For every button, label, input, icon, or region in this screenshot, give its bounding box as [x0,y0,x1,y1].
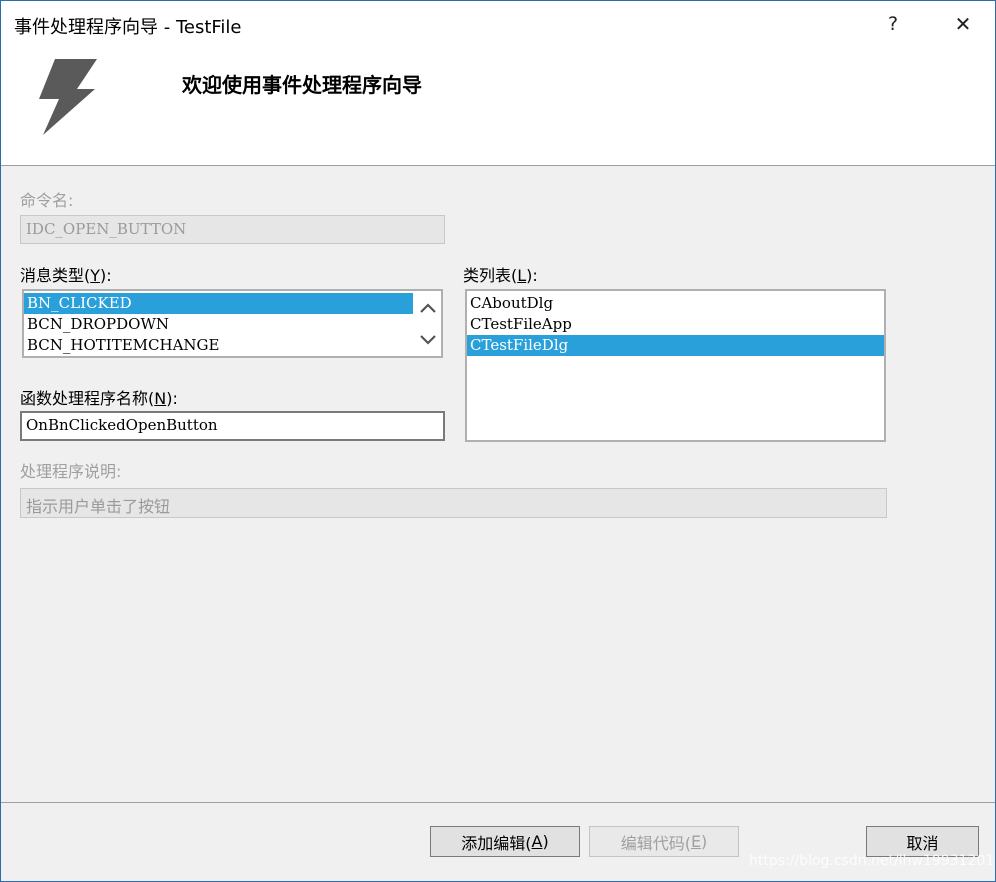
lightning-bolt-icon [39,59,97,135]
close-button[interactable]: ✕ [943,7,983,41]
handler-name-label: 函数处理程序名称(N): [20,385,178,409]
class-list-item[interactable]: CTestFileDlg [467,335,884,356]
message-type-item[interactable]: BCN_HOTITEMCHANGE [24,335,413,356]
message-type-item[interactable]: BN_CLICKED [24,293,413,314]
handler-name-value: OnBnClickedOpenButton [26,416,218,434]
handler-description-value: 指示用户单击了按钮 [26,497,171,516]
command-name-value: IDC_OPEN_BUTTON [26,220,187,238]
scroll-down-button[interactable] [417,329,439,351]
handler-name-input[interactable]: OnBnClickedOpenButton [20,411,445,441]
event-handler-wizard-dialog: 事件处理程序向导 - TestFile ? ✕ 欢迎使用事件处理程序向导 命令名… [0,0,996,882]
add-edit-button[interactable]: 添加编辑(A) [430,826,580,857]
handler-name-label-prefix: 函数处理程序名称( [20,389,155,408]
wizard-heading: 欢迎使用事件处理程序向导 [182,73,422,97]
edit-code-label-prefix: 编辑代码( [620,833,691,853]
message-type-label-prefix: 消息类型( [20,266,91,285]
class-list-item[interactable]: CAboutDlg [467,293,884,314]
edit-code-button[interactable]: 编辑代码(E) [589,826,739,857]
help-icon: ? [887,13,899,35]
edit-code-label-suffix: ) [701,832,708,851]
handler-description-label: 处理程序说明: [20,462,122,481]
add-edit-accesskey: A [531,832,543,851]
handler-name-accesskey: N [154,389,167,408]
add-edit-label-prefix: 添加编辑( [461,833,532,853]
message-type-item[interactable]: BCN_DROPDOWN [24,314,413,335]
chevron-down-icon [420,335,436,345]
message-type-label: 消息类型(Y): [20,262,112,286]
class-list-label: 类列表(L): [463,262,538,286]
message-type-label-suffix: ): [100,266,112,285]
handler-description-field: 指示用户单击了按钮 [20,488,887,518]
edit-code-accesskey: E [690,832,702,851]
class-list-label-prefix: 类列表( [463,266,518,285]
class-list-item[interactable]: CTestFileApp [467,314,884,335]
wizard-header: 欢迎使用事件处理程序向导 [1,47,995,166]
message-type-scrollbar[interactable] [415,291,441,356]
add-edit-label-suffix: ) [542,832,549,851]
window-title: 事件处理程序向导 - TestFile [14,17,242,38]
close-icon: ✕ [954,12,972,36]
message-type-accesskey: Y [90,266,101,285]
help-button[interactable]: ? [873,7,913,41]
message-type-listbox[interactable]: BN_CLICKED BCN_DROPDOWN BCN_HOTITEMCHANG… [22,289,443,358]
class-list-label-suffix: ): [526,266,538,285]
cancel-label: 取消 [906,833,939,853]
command-name-label: 命令名: [20,191,74,210]
title-bar: 事件处理程序向导 - TestFile ? ✕ [1,1,995,47]
chevron-up-icon [420,303,436,313]
class-list-accesskey: L [517,266,527,285]
class-listbox[interactable]: CAboutDlg CTestFileApp CTestFileDlg [465,289,886,442]
watermark-text: https://blog.csdn.net/lhw19931201 [749,853,995,869]
scroll-up-button[interactable] [417,297,439,319]
handler-name-label-suffix: ): [166,389,178,408]
footer-divider [1,802,995,803]
command-name-field: IDC_OPEN_BUTTON [20,215,445,244]
